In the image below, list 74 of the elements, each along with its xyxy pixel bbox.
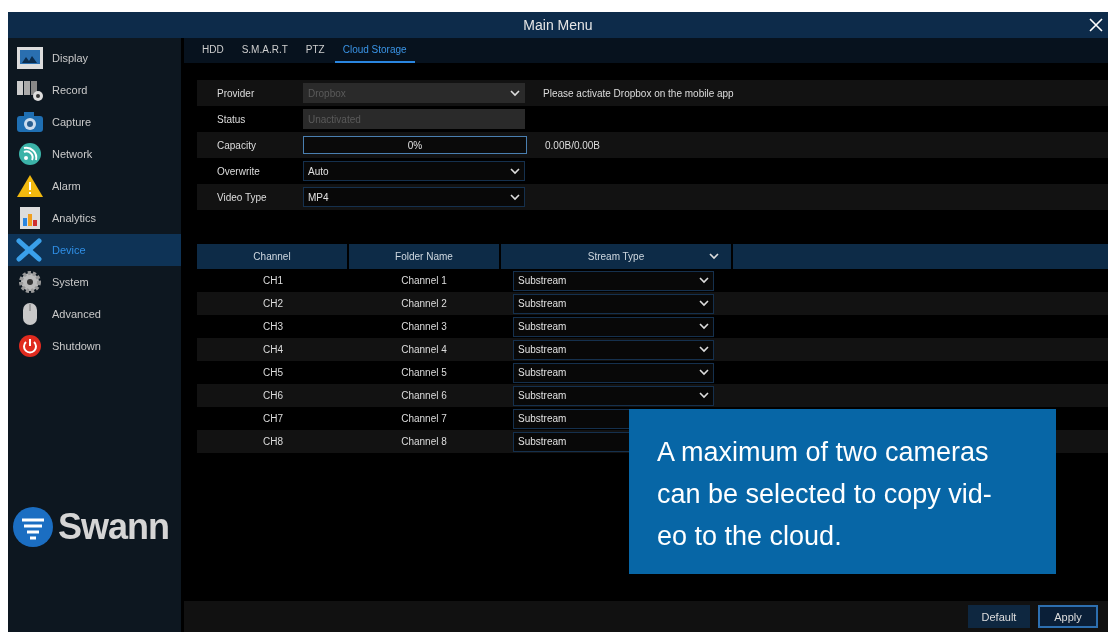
table-cell-text: Channel 1 [400,275,448,286]
sidebar-item[interactable]: Shutdown [8,330,181,362]
table-cell-text: Channel 4 [400,344,448,355]
field-label: Provider [216,87,256,99]
sidebar-item[interactable]: Alarm [8,170,181,202]
table-cell-text: CH3 [262,321,284,332]
chevron-down-icon [510,193,520,201]
field-label: Video Type [216,191,268,203]
dropdown[interactable]: Auto [303,161,525,181]
sidebar-item[interactable]: Network [8,138,181,170]
wrench-screwdriver-icon [16,238,44,262]
field-note: Please activate Dropbox on the mobile app [543,87,734,99]
chevron-down-icon [699,346,709,353]
sidebar-item[interactable]: Device [8,234,181,266]
chevron-down-icon [510,167,520,175]
chevron-down-icon [709,253,719,260]
dropdown[interactable]: Substream [513,385,714,406]
field-label: Overwrite [216,165,261,177]
logo-icon [12,506,54,548]
tab[interactable]: PTZ [297,38,333,63]
dropdown[interactable]: Substream [513,293,714,314]
button[interactable]: Apply [1038,605,1098,628]
picture-icon [16,46,44,70]
chevron-down-icon [699,369,709,376]
camera-icon [16,110,44,134]
sidebar-item[interactable]: Analytics [8,202,181,234]
table-cell-text: CH1 [262,275,284,286]
chevron-down-icon [699,277,709,284]
logo-text: Swann [58,506,169,548]
power-icon [16,334,44,358]
gear-icon [16,270,44,294]
table-cell-text: Channel 2 [400,298,448,309]
table-cell-text: Channel 5 [400,367,448,378]
warning-icon [16,174,44,198]
close-icon [1089,18,1103,32]
sidebar-item[interactable]: Capture [8,106,181,138]
sidebar-item[interactable]: System [8,266,181,298]
dropdown[interactable]: MP4 [303,187,525,207]
dropdown[interactable]: Substream [513,339,714,360]
tab[interactable]: S.M.A.R.T [233,38,296,63]
field-label: Status [216,113,247,125]
column-header: Stream Type [501,244,731,269]
dropdown[interactable]: Substream [513,316,714,337]
button[interactable]: Default [968,605,1030,628]
chevron-down-icon [699,323,709,330]
table-cell-text: CH6 [262,390,284,401]
dropdown[interactable]: Substream [513,362,714,383]
table-cell-text: CH7 [262,413,284,424]
table-cell-text: CH2 [262,298,284,309]
table-cell-text: Channel 8 [400,436,448,447]
column-header: Folder Name [349,244,499,269]
table-cell-text: CH8 [262,436,284,447]
dropdown[interactable]: Substream [513,270,714,291]
field-label: Capacity [216,139,257,151]
sidebar-item[interactable]: Advanced [8,298,181,330]
film-gear-icon [16,78,44,102]
column-header: Channel [197,244,347,269]
tab[interactable]: Cloud Storage [334,38,415,63]
chevron-down-icon [510,89,520,97]
sidebar-item[interactable]: Record [8,74,181,106]
callout-tooltip: A maximum of two cameras can be selected to copy vid-eo to the cloud. [629,409,1056,574]
table-cell-text: Channel 3 [400,321,448,332]
table-cell-text: Channel 6 [400,390,448,401]
tab[interactable]: HDD [194,38,232,63]
progress-value: 0% [407,139,423,151]
table-cell-text: Channel 7 [400,413,448,424]
window-title: Main Menu [523,17,593,33]
table-cell-text: CH5 [262,367,284,378]
chevron-down-icon [699,300,709,307]
table-cell-text: CH4 [262,344,284,355]
rss-icon [16,142,44,166]
chevron-down-icon [699,392,709,399]
field-note: 0.00B/0.00B [545,139,601,151]
sidebar-item[interactable]: Display [8,42,181,74]
